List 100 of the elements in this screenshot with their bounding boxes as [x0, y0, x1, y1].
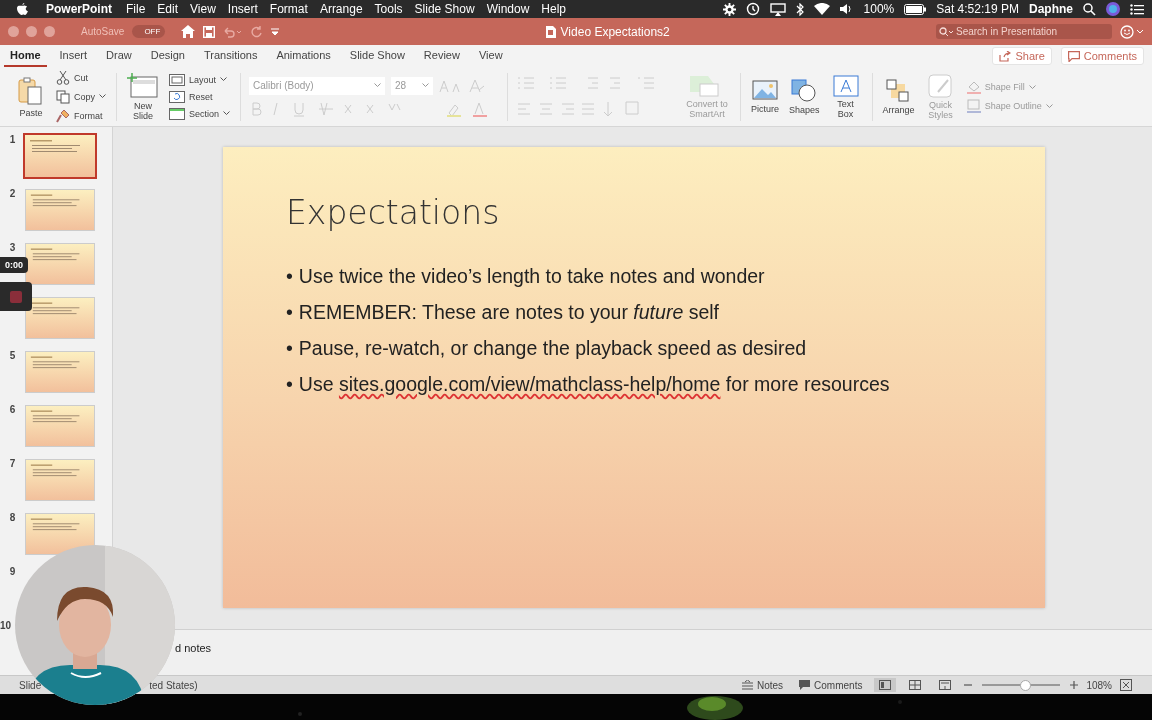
bullet-text[interactable]: Pause, re-watch, or change the playback speed as desired — [298, 334, 807, 364]
bluetooth-icon[interactable] — [795, 2, 804, 16]
slide-number: 10 — [0, 620, 12, 631]
new-slide-icon — [127, 72, 159, 99]
app-menu[interactable]: PowerPoint — [46, 2, 112, 16]
apple-icon[interactable] — [17, 2, 28, 16]
caret-icon — [1028, 84, 1036, 90]
ribbon-tab[interactable]: Design — [144, 45, 191, 67]
normal-view-icon[interactable] — [874, 678, 897, 692]
format-painter-button[interactable]: Format — [54, 106, 108, 125]
ribbon-tab[interactable]: Animations — [270, 45, 337, 67]
slide-number: 8 — [9, 512, 16, 523]
reset-icon — [169, 90, 185, 103]
bullet-mark: • — [286, 372, 293, 397]
menu-item[interactable]: Tools — [374, 2, 403, 16]
notes-button[interactable]: Notes — [737, 679, 788, 691]
slide-number: 5 — [9, 350, 16, 361]
fit-slide-icon[interactable] — [1120, 679, 1132, 691]
picture-button[interactable]: Picture — [749, 79, 782, 114]
speaker-icon[interactable] — [839, 3, 854, 15]
menu-item[interactable]: Format — [269, 2, 308, 16]
paste-button[interactable]: Paste — [14, 75, 48, 118]
menu-item[interactable]: Slide Show — [414, 2, 475, 16]
customize-icon[interactable] — [271, 27, 280, 36]
shapes-button[interactable]: Shapes — [787, 78, 822, 115]
quick-styles-icon — [927, 73, 954, 98]
caret-icon — [223, 111, 231, 116]
ribbon-tab[interactable]: Draw — [100, 45, 138, 67]
bullet-text[interactable]: Use twice the video’s length to take notes and wonder — [298, 262, 765, 292]
caret-icon — [1045, 103, 1053, 109]
siri-icon[interactable] — [1106, 2, 1120, 16]
menubar-clock[interactable]: Sat 4:52:19 PM — [936, 2, 1019, 16]
gear-icon[interactable] — [722, 2, 736, 16]
text-box-button[interactable]: Text Box — [827, 74, 864, 119]
bullet-text[interactable]: REMEMBER: These are notes to your future self — [298, 298, 719, 328]
slide-number: 1 — [9, 134, 16, 145]
slide-canvas[interactable] — [223, 147, 1045, 608]
slide-number: 2 — [9, 188, 16, 199]
menu-item[interactable]: Help — [541, 2, 566, 16]
text-box-icon — [832, 74, 859, 97]
slide-number: 6 — [9, 404, 16, 415]
arrange-button[interactable]: Arrange — [880, 78, 917, 115]
copy-icon — [56, 89, 70, 104]
status-comments-button[interactable]: Comments — [795, 679, 867, 691]
share-icon — [999, 50, 1012, 62]
ribbon-tab[interactable]: Slide Show — [343, 45, 411, 67]
paintbrush-icon — [56, 108, 70, 123]
layout-icon — [169, 73, 185, 86]
layout-button[interactable]: Layout — [167, 71, 233, 88]
section-icon — [169, 107, 185, 120]
caret-icon — [220, 77, 228, 82]
menu-item[interactable]: File — [126, 2, 146, 16]
scissors-icon — [56, 70, 70, 85]
bullet-text[interactable]: Use sites.google.com/view/mathclass-help/home for more resources — [298, 370, 890, 400]
menu-item[interactable]: Arrange — [319, 2, 363, 16]
menu-item[interactable]: Insert — [227, 2, 258, 16]
ribbon-tab[interactable]: Review — [417, 45, 466, 67]
zoom-in-icon[interactable] — [1070, 681, 1079, 689]
new-slide-button[interactable]: New Slide — [125, 72, 161, 121]
search-icon[interactable] — [1083, 2, 1096, 16]
slide-number: 3 — [9, 242, 16, 253]
reset-button[interactable]: Reset — [167, 88, 233, 105]
user-name[interactable]: Daphne — [1029, 2, 1073, 16]
cut-button[interactable]: Cut — [54, 68, 108, 87]
copy-button[interactable]: Copy — [54, 87, 108, 106]
slide-thumbnail[interactable] — [23, 133, 97, 179]
autosave-label: AutoSave — [81, 26, 125, 37]
arrange-icon — [885, 78, 912, 103]
ribbon-tab[interactable]: View — [472, 45, 509, 67]
menu-item[interactable]: Window — [486, 2, 530, 16]
window-title: Video Expectations2 — [560, 24, 670, 39]
screen-icon[interactable] — [769, 2, 786, 16]
list-icon[interactable] — [1130, 3, 1144, 15]
ribbon-tab[interactable]: Transitions — [198, 45, 264, 67]
battery-percent: 100% — [863, 2, 895, 16]
clock-icon[interactable] — [745, 2, 760, 16]
document-icon — [545, 25, 556, 38]
menu-item[interactable]: View — [190, 2, 216, 16]
image-icon — [752, 79, 779, 102]
share-button[interactable]: Share — [992, 47, 1052, 65]
caret-icon — [99, 94, 106, 99]
smiley-icon[interactable] — [1120, 24, 1144, 39]
menu-item[interactable]: Edit — [157, 2, 179, 16]
autosave-toggle[interactable]: OFF — [132, 25, 166, 38]
slide-link[interactable]: sites.google.com/view/mathclass-help/home — [338, 373, 721, 395]
zoom-percent[interactable]: 108% — [1086, 679, 1112, 691]
slide-title[interactable]: Expectations — [286, 193, 500, 232]
ribbon-tab[interactable]: Insert — [53, 45, 94, 67]
battery-icon[interactable] — [904, 3, 927, 15]
comment-icon — [799, 680, 811, 690]
wifi-icon[interactable] — [813, 3, 830, 15]
search-field[interactable]: Search in Presentation — [936, 24, 1112, 39]
undo-icon[interactable] — [223, 25, 244, 38]
section-button[interactable]: Section — [167, 105, 233, 122]
zoom-out-icon[interactable] — [964, 681, 973, 689]
bullet-mark: • — [286, 264, 293, 289]
comments-button[interactable]: Comments — [1060, 47, 1144, 65]
redo-icon[interactable] — [251, 25, 264, 38]
save-icon[interactable] — [203, 25, 216, 38]
home-icon[interactable] — [181, 25, 196, 38]
